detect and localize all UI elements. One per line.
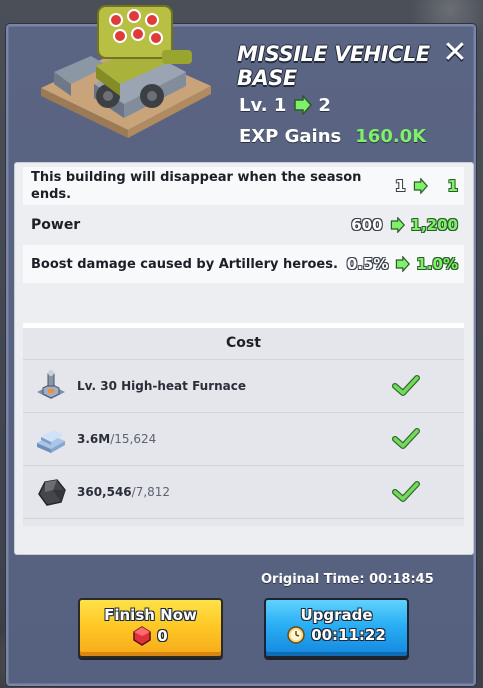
checkmark-icon [392,375,420,396]
finish-now-button[interactable]: Finish Now 0 [78,598,223,658]
stat-description: Power [31,216,81,233]
ruby-gem-icon [133,626,152,646]
upgrade-label: Upgrade [300,606,373,624]
cost-need: /15,624 [110,432,157,446]
stat-to: 1 [447,177,458,195]
stat-to: 1.0% [416,255,458,273]
coal-icon [38,479,66,506]
stat-values: 600 1,200 [351,216,458,234]
arrow-right-icon [390,217,405,233]
stat-values: 0.5% 1.0% [347,255,458,273]
exp-label: EXP Gains [239,125,342,147]
upgrade-time-row: 00:11:22 [266,626,407,644]
iron-ingot-icon [37,430,65,453]
cost-row-iron: 3.6M/15,624 [23,413,464,466]
stat-row-duration: This building will disappear when the se… [23,167,464,205]
cost-have: 360,546 [77,485,132,499]
stat-from: 0.5% [346,255,389,273]
stat-description: Boost damage caused by Artillery heroes. [31,256,338,272]
stat-row-power: Power 600 1,200 [23,209,464,241]
stat-row-artillery-boost: Boost damage caused by Artillery heroes.… [23,245,464,283]
cost-requirement: Lv. 30 High-heat Furnace [77,379,247,393]
stat-from: 600 [351,216,383,234]
exp-row: EXP Gains 160.0K [239,123,426,149]
stat-from: 1 [395,177,406,195]
clock-icon [287,626,305,644]
cost-row-furnace: Lv. 30 High-heat Furnace [23,360,464,413]
cost-header: Cost [23,328,464,360]
stat-to: 1,200 [410,216,458,234]
cost-have: 3.6M [77,432,111,446]
finish-now-cost-row: 0 [80,626,221,646]
level-row: Lv. 1 2 [239,92,331,118]
checkmark-icon [392,481,420,502]
level-next: 2 [318,94,331,116]
original-time: Original Time: 00:18:45 [261,572,434,587]
exp-value: 160.0K [355,125,427,147]
details-card: This building will disappear when the se… [14,162,474,555]
finish-now-label: Finish Now [104,606,197,624]
arrow-right-icon [413,178,428,194]
cost-need: /7,812 [131,485,171,499]
arrow-right-icon [294,95,313,115]
missile-vehicle-base-image [41,5,211,138]
cost-section: Cost Lv. 30 High-heat Furnace 3.6M/15,62… [23,323,464,526]
level-label: Lv. 1 [239,94,287,116]
upgrade-time: 00:11:22 [311,626,386,644]
finish-now-cost: 0 [157,627,168,645]
furnace-icon [37,370,65,399]
stat-values: 1 1 [395,177,458,195]
close-icon[interactable]: ✕ [440,38,470,68]
arrow-right-icon [396,256,411,272]
cost-amount: 360,546/7,812 [77,485,392,499]
cost-row-coal: 360,546/7,812 [23,466,464,519]
upgrade-button[interactable]: Upgrade 00:11:22 [264,598,409,658]
stat-description: This building will disappear when the se… [31,170,362,202]
cost-amount: 3.6M/15,624 [77,432,392,446]
checkmark-icon [392,428,420,449]
